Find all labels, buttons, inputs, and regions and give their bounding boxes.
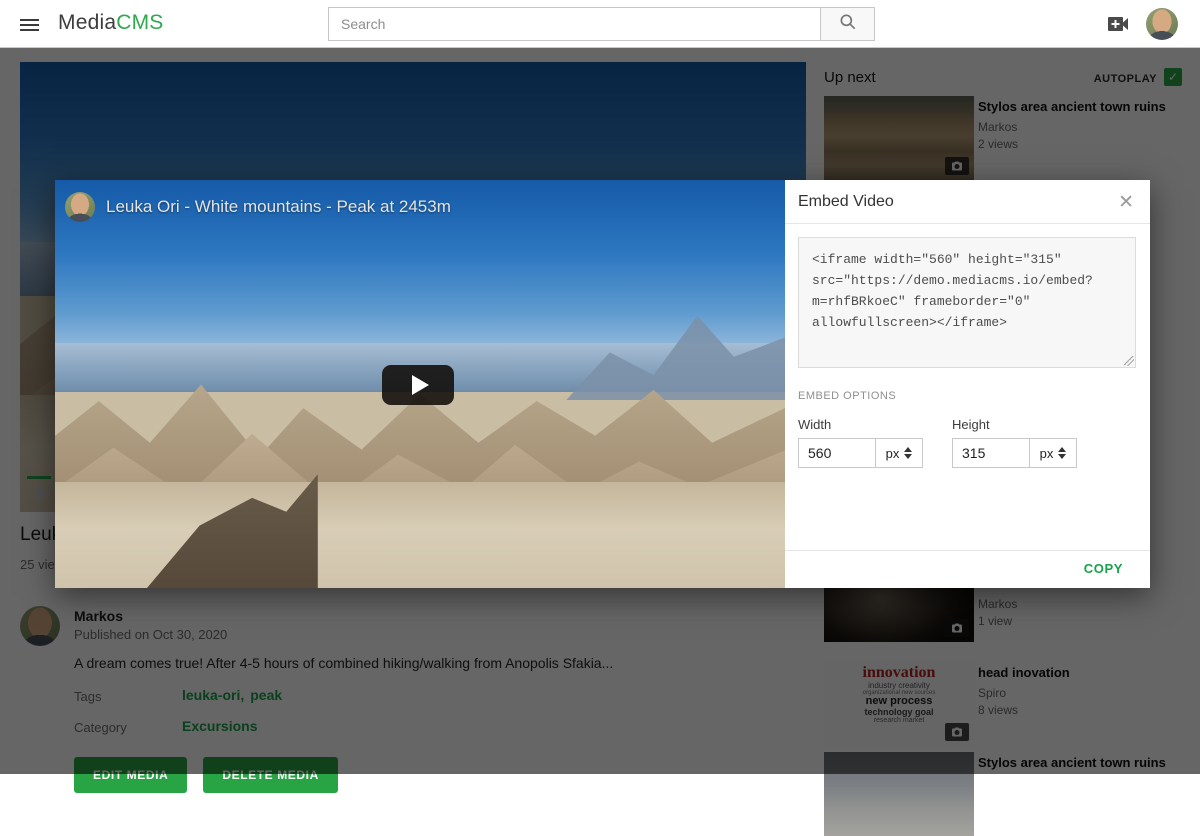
search-button[interactable]	[820, 7, 875, 41]
upload-media-icon[interactable]	[1107, 13, 1131, 35]
embed-code-box[interactable]: <iframe width="560" height="315" src="ht…	[798, 237, 1136, 368]
preview-author-avatar[interactable]	[65, 192, 95, 222]
search-input[interactable]	[328, 7, 820, 41]
width-label: Width	[798, 417, 831, 432]
height-unit-select[interactable]: px	[1029, 438, 1077, 468]
user-avatar[interactable]	[1146, 8, 1178, 40]
logo-cms: CMS	[116, 11, 163, 34]
width-unit-select[interactable]: px	[875, 438, 923, 468]
top-bar: MediaCMS	[0, 0, 1200, 48]
modal-title: Embed Video	[798, 193, 894, 211]
play-button[interactable]	[382, 365, 454, 405]
embed-video-modal: Leuka Ori - White mountains - Peak at 24…	[55, 180, 1150, 588]
search-bar	[328, 7, 875, 41]
embed-panel: Embed Video ✕ <iframe width="560" height…	[785, 180, 1150, 588]
width-input[interactable]	[798, 438, 876, 468]
embed-code-text[interactable]: <iframe width="560" height="315" src="ht…	[812, 249, 1122, 333]
embed-preview-player[interactable]: Leuka Ori - White mountains - Peak at 24…	[55, 180, 785, 588]
close-icon[interactable]: ✕	[1118, 191, 1134, 214]
preview-video-title: Leuka Ori - White mountains - Peak at 24…	[106, 197, 451, 217]
search-icon	[838, 12, 858, 37]
logo[interactable]: MediaCMS	[58, 11, 163, 35]
height-label: Height	[952, 417, 990, 432]
stepper-icon[interactable]	[904, 447, 912, 459]
menu-icon[interactable]	[20, 19, 39, 31]
resize-handle-icon[interactable]	[1124, 356, 1134, 366]
copy-button[interactable]: COPY	[1084, 561, 1123, 576]
logo-media: Media	[58, 11, 116, 34]
height-input[interactable]	[952, 438, 1030, 468]
stepper-icon[interactable]	[1058, 447, 1066, 459]
preview-header: Leuka Ori - White mountains - Peak at 24…	[65, 192, 451, 222]
embed-options-label: EMBED OPTIONS	[798, 390, 896, 402]
